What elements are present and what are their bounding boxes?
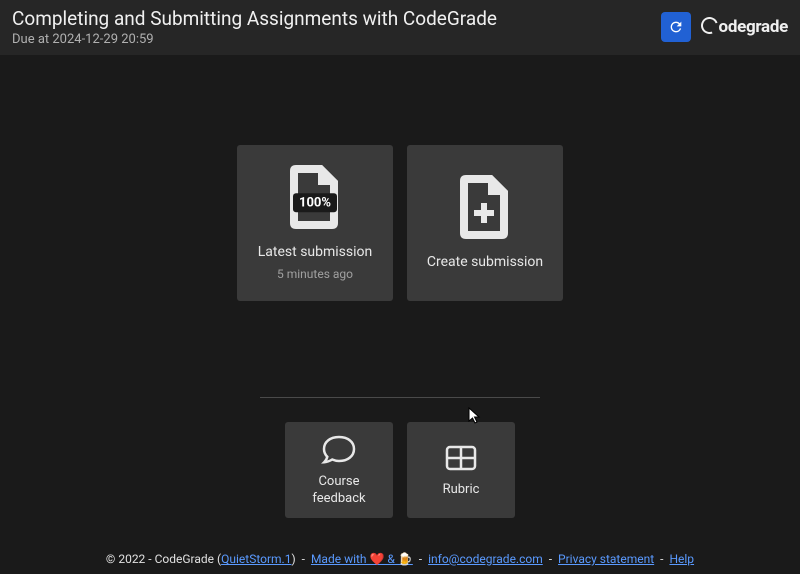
secondary-cards-row: Coursefeedback Rubric	[285, 422, 515, 518]
percent-badge: 100%	[293, 193, 337, 212]
email-link[interactable]: info@codegrade.com	[428, 552, 543, 566]
made-with-link[interactable]: Made with ❤️ & 🍺	[311, 552, 413, 566]
refresh-icon	[668, 19, 684, 35]
latest-submission-time: 5 minutes ago	[277, 267, 353, 281]
divider	[260, 397, 540, 398]
copyright-text: © 2022 - CodeGrade (	[106, 552, 221, 566]
codegrade-logo: odegrade	[701, 17, 788, 37]
privacy-link[interactable]: Privacy statement	[558, 552, 654, 566]
primary-cards-row: 100% Latest submission 5 minutes ago Cre…	[237, 145, 563, 301]
create-submission-label: Create submission	[427, 253, 543, 271]
header-right: odegrade	[661, 12, 788, 42]
file-plus-icon-container	[460, 175, 510, 243]
main-content: 100% Latest submission 5 minutes ago Cre…	[0, 55, 800, 518]
header: Completing and Submitting Assignments wi…	[0, 0, 800, 55]
course-feedback-label: Coursefeedback	[312, 474, 365, 508]
version-link[interactable]: QuietStorm.1	[221, 552, 291, 566]
logo-c-icon	[698, 15, 721, 38]
file-icon-container: 100%	[290, 165, 340, 233]
chat-icon	[321, 432, 357, 468]
latest-submission-label: Latest submission	[258, 243, 373, 261]
create-submission-card[interactable]: Create submission	[407, 145, 563, 301]
rubric-card[interactable]: Rubric	[407, 422, 515, 518]
latest-submission-card[interactable]: 100% Latest submission 5 minutes ago	[237, 145, 393, 301]
rubric-label: Rubric	[443, 482, 480, 499]
header-left: Completing and Submitting Assignments wi…	[12, 8, 661, 47]
refresh-button[interactable]	[661, 12, 691, 42]
footer: © 2022 - CodeGrade (QuietStorm.1) - Made…	[0, 542, 800, 574]
file-plus-icon	[460, 175, 510, 239]
due-date: Due at 2024-12-29 20:59	[12, 32, 661, 47]
page-title: Completing and Submitting Assignments wi…	[12, 8, 661, 31]
table-icon	[443, 440, 479, 476]
course-feedback-card[interactable]: Coursefeedback	[285, 422, 393, 518]
help-link[interactable]: Help	[669, 552, 694, 566]
